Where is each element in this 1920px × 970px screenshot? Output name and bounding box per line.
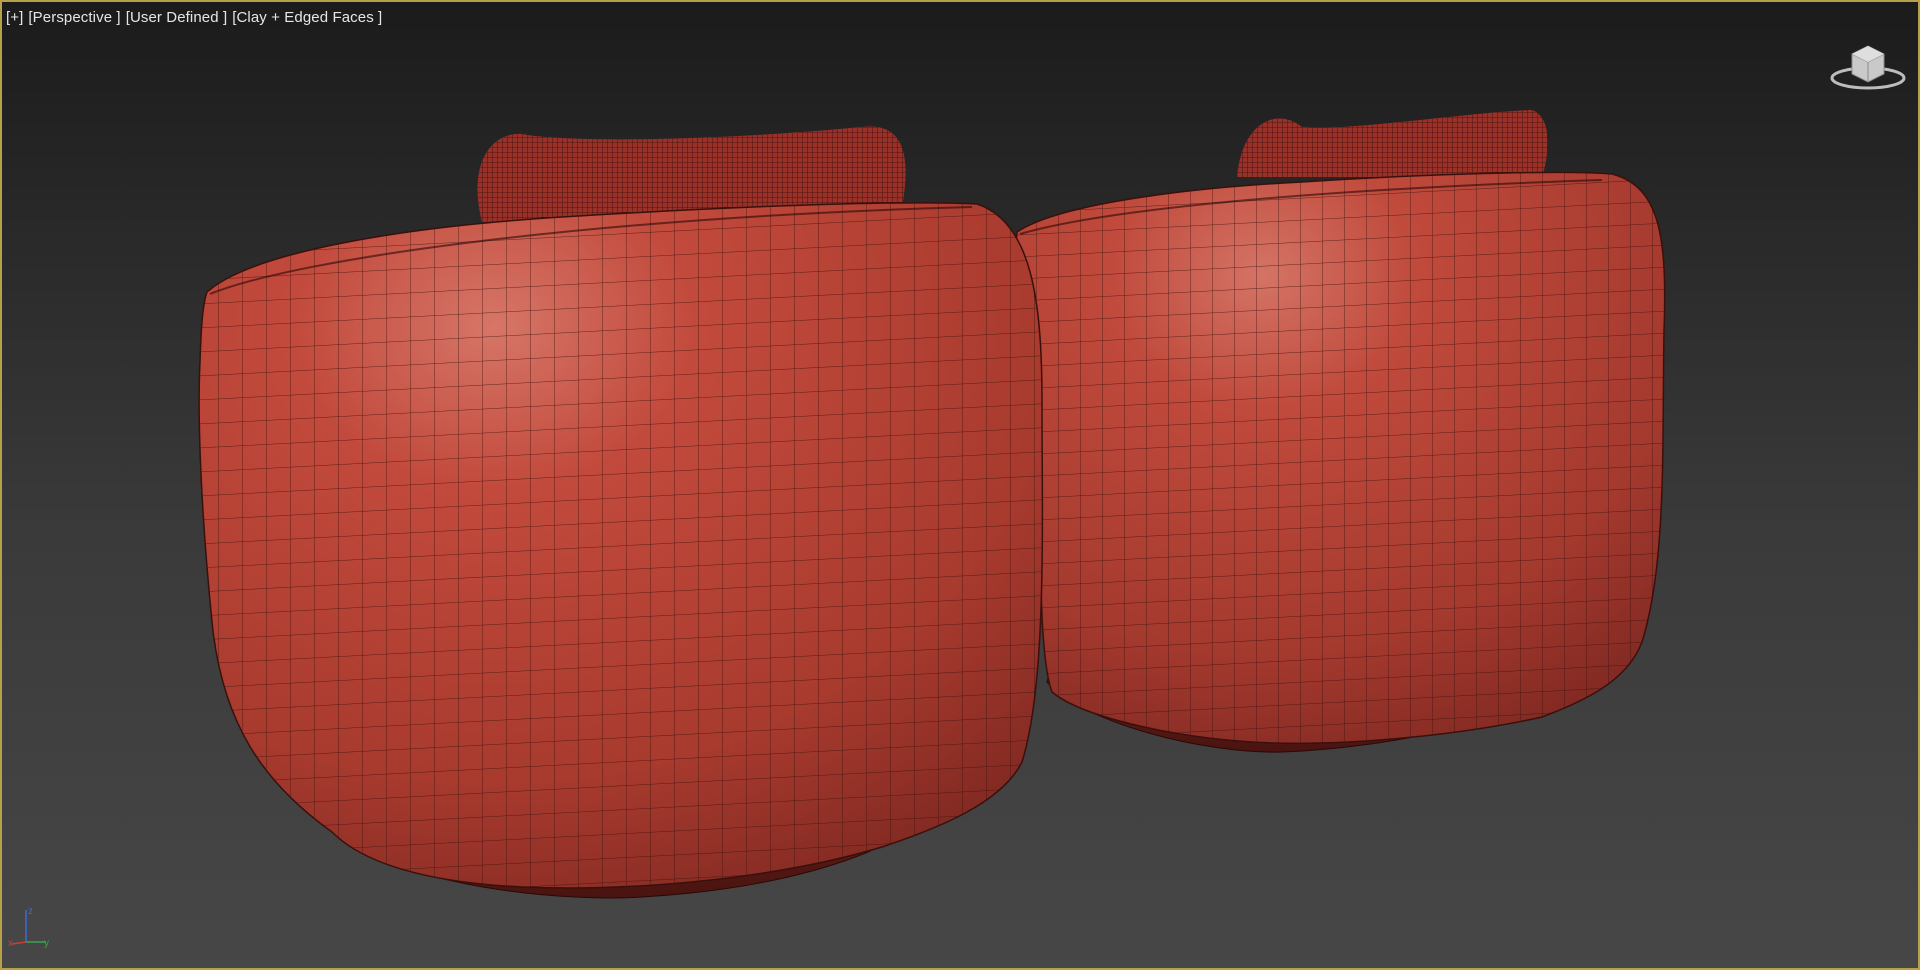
viewport-view-label[interactable]: [Perspective ] [28,9,120,26]
viewcube-icon[interactable] [1828,40,1908,92]
viewport-shading-label[interactable]: [User Defined ] [126,9,228,26]
axis-y-label: y [44,938,49,949]
viewport-display-label[interactable]: [Clay + Edged Faces ] [232,9,382,26]
armchair-left[interactable] [198,126,1044,899]
viewport-label-bar: [+] [Perspective ] [User Defined ] [Clay + … [6,9,387,26]
armchair-right[interactable] [1015,110,1666,753]
axis-x-label: x [8,938,13,949]
axis-z-label: z [28,906,33,917]
axis-tripod-icon: z x y [6,902,56,952]
perspective-viewport[interactable]: [+] [Perspective ] [User Defined ] [Clay + … [0,0,1920,970]
3d-scene[interactable] [2,2,1920,970]
viewport-menu-label[interactable]: [+] [6,9,23,26]
